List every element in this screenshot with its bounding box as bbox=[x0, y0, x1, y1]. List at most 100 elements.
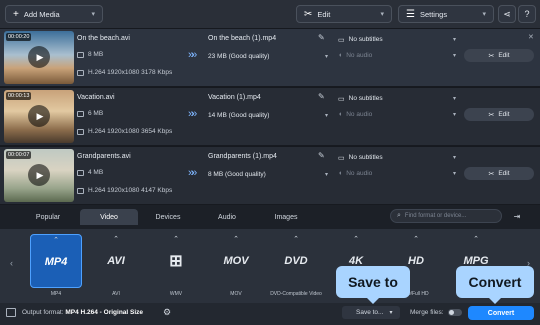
file-row[interactable]: 00:00:20 ▶ On the beach.avi 8 MB H.264 1… bbox=[0, 29, 540, 87]
video-thumbnail[interactable]: 00:00:20 ▶ bbox=[4, 31, 74, 84]
file-edit-label: Edit bbox=[498, 111, 510, 118]
scissors-icon: ✂ bbox=[488, 170, 495, 178]
chevron-up-icon: ⌃ bbox=[53, 237, 59, 244]
chevron-up-icon: ⌃ bbox=[353, 236, 359, 243]
subtitles-dropdown[interactable]: ▭ No subtitles ▾ bbox=[338, 151, 456, 164]
format-wmv[interactable]: ⌃ ⊞ bbox=[150, 234, 202, 288]
format-settings-icon[interactable]: ⇥ bbox=[510, 209, 524, 223]
chevron-up-icon: ⌃ bbox=[173, 236, 179, 243]
add-media-button[interactable]: + Add Media ▾ bbox=[5, 5, 103, 23]
output-size-value: 23 MB (Good quality) bbox=[208, 52, 270, 60]
merge-files: Merge files: bbox=[410, 309, 462, 316]
dvd-badge: DVD bbox=[284, 255, 308, 267]
audio-dropdown[interactable]: ◖ No audio ▾ bbox=[338, 108, 456, 121]
settings-button[interactable]: ☰ Settings ▾ bbox=[398, 5, 494, 23]
output-file-name: On the beach (1).mp4 bbox=[208, 35, 277, 42]
play-icon[interactable]: ▶ bbox=[28, 164, 50, 186]
subtitles-value: No subtitles bbox=[348, 154, 383, 161]
chevron-down-icon: ▾ bbox=[324, 53, 328, 60]
file-icon bbox=[77, 51, 84, 58]
share-button[interactable]: ⋖ bbox=[498, 5, 516, 23]
film-icon bbox=[77, 69, 84, 76]
chevron-down-icon: ▾ bbox=[452, 37, 456, 43]
format-mp4[interactable]: ⌃ MP4 bbox=[30, 234, 82, 288]
save-to-label: Save to... bbox=[356, 309, 384, 316]
codec-info-value: H.264 1920x1080 4147 Kbps bbox=[88, 187, 173, 194]
merge-files-toggle[interactable] bbox=[447, 309, 462, 316]
chevron-down-icon: ▾ bbox=[452, 112, 456, 118]
edit-button[interactable]: ✂ Edit ▾ bbox=[296, 5, 392, 23]
output-size-dropdown[interactable]: 14 MB (Good quality) ▾ bbox=[208, 108, 328, 122]
format-label: DVD-Compatible Video bbox=[270, 291, 322, 297]
output-size-dropdown[interactable]: 23 MB (Good quality) ▾ bbox=[208, 49, 328, 63]
video-thumbnail[interactable]: 00:00:07 ▶ bbox=[4, 149, 74, 202]
file-row[interactable]: 00:00:13 ▶ Vacation.avi 6 MB H.264 1920x… bbox=[0, 88, 540, 146]
convert-button[interactable]: Convert bbox=[468, 306, 534, 320]
chevron-down-icon: ▾ bbox=[380, 11, 384, 18]
tab-video[interactable]: Video bbox=[80, 209, 138, 225]
chevron-down-icon: ▾ bbox=[324, 112, 328, 119]
save-to-dropdown[interactable]: Save to... ▾ bbox=[342, 306, 400, 319]
audio-dropdown[interactable]: ◖ No audio ▾ bbox=[338, 49, 456, 62]
rename-pencil-icon[interactable]: ✎ bbox=[318, 33, 325, 42]
plus-icon: + bbox=[13, 8, 19, 20]
chevron-up-icon: ⌃ bbox=[473, 236, 479, 243]
tab-devices[interactable]: Devices bbox=[140, 209, 196, 225]
avi-badge: AVI bbox=[107, 255, 125, 267]
convert-arrow-icon: »» bbox=[188, 49, 197, 61]
format-label: MOV bbox=[230, 291, 242, 297]
share-icon: ⋖ bbox=[503, 8, 511, 19]
format-dvd[interactable]: ⌃ DVD bbox=[270, 234, 322, 288]
remove-file-icon[interactable]: ✕ bbox=[528, 33, 534, 41]
rename-pencil-icon[interactable]: ✎ bbox=[318, 151, 325, 160]
mov-badge: MOV bbox=[223, 255, 249, 267]
output-format-label: Output format: bbox=[22, 309, 64, 316]
format-mov[interactable]: ⌃ MOV bbox=[210, 234, 262, 288]
file-size: 4 MB bbox=[77, 169, 103, 176]
merge-files-label: Merge files: bbox=[410, 309, 444, 316]
chevron-up-icon: ⌃ bbox=[413, 236, 419, 243]
tab-popular[interactable]: Popular bbox=[18, 209, 78, 225]
chevron-down-icon: ▾ bbox=[389, 310, 393, 316]
rename-pencil-icon[interactable]: ✎ bbox=[318, 92, 325, 101]
output-file-name: Grandparents (1).mp4 bbox=[208, 153, 277, 160]
settings-label: Settings bbox=[419, 9, 448, 19]
scissors-icon: ✂ bbox=[488, 111, 495, 119]
scissors-icon: ✂ bbox=[304, 8, 313, 20]
gear-icon[interactable]: ⚙ bbox=[163, 307, 171, 318]
audio-icon: ◖ bbox=[338, 52, 343, 59]
chevron-up-icon: ⌃ bbox=[293, 236, 299, 243]
help-button[interactable]: ? bbox=[518, 5, 536, 23]
play-icon[interactable]: ▶ bbox=[28, 46, 50, 68]
output-format: Output format: MP4 H.264 - Original Size bbox=[22, 309, 143, 316]
audio-value: No audio bbox=[346, 52, 373, 59]
audio-dropdown[interactable]: ◖ No audio ▾ bbox=[338, 167, 456, 180]
chevron-down-icon: ▾ bbox=[452, 96, 456, 102]
duration-badge: 00:00:13 bbox=[6, 92, 32, 100]
tab-audio[interactable]: Audio bbox=[198, 209, 256, 225]
format-avi[interactable]: ⌃ AVI bbox=[90, 234, 142, 288]
file-edit-button[interactable]: ✂ Edit bbox=[464, 49, 534, 62]
tab-images[interactable]: Images bbox=[258, 209, 314, 225]
audio-icon: ◖ bbox=[338, 170, 343, 177]
duration-badge: 00:00:07 bbox=[6, 151, 32, 159]
file-edit-button[interactable]: ✂ Edit bbox=[464, 167, 534, 180]
chevron-down-icon: ▾ bbox=[452, 155, 456, 161]
audio-value: No audio bbox=[346, 111, 373, 118]
scroll-left-icon[interactable]: ‹ bbox=[10, 258, 13, 268]
format-search-input[interactable]: ⌕ Find format or device... bbox=[390, 209, 502, 223]
file-edit-button[interactable]: ✂ Edit bbox=[464, 108, 534, 121]
subtitles-dropdown[interactable]: ▭ No subtitles ▾ bbox=[338, 33, 456, 46]
subtitles-dropdown[interactable]: ▭ No subtitles ▾ bbox=[338, 92, 456, 105]
file-row[interactable]: 00:00:07 ▶ Grandparents.avi 4 MB H.264 1… bbox=[0, 147, 540, 205]
output-size-dropdown[interactable]: 8 MB (Good quality) ▾ bbox=[208, 167, 328, 181]
format-search-placeholder: Find format or device... bbox=[404, 213, 467, 219]
chevron-down-icon: ▾ bbox=[91, 11, 95, 18]
file-codec-info: H.264 1920x1080 3654 Kbps bbox=[77, 128, 172, 135]
audio-value: No audio bbox=[346, 170, 373, 177]
chevron-down-icon: ▾ bbox=[452, 53, 456, 59]
video-thumbnail[interactable]: 00:00:13 ▶ bbox=[4, 90, 74, 143]
subtitles-value: No subtitles bbox=[348, 95, 383, 102]
play-icon[interactable]: ▶ bbox=[28, 105, 50, 127]
subtitles-icon: ▭ bbox=[338, 95, 345, 103]
